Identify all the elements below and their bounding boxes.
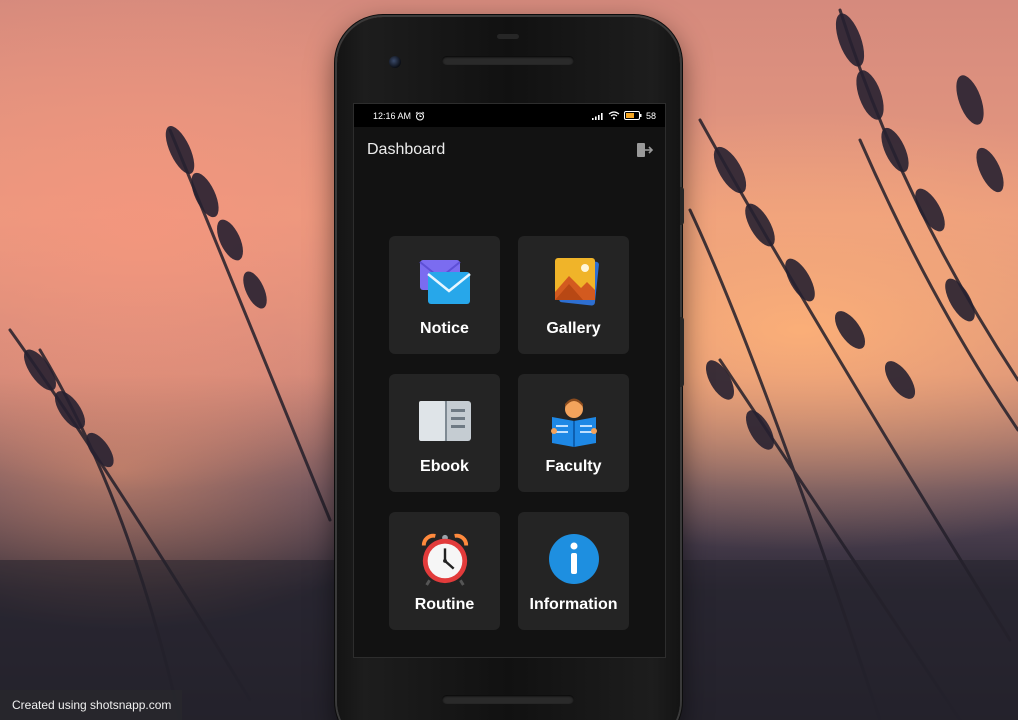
alarm-icon [415, 111, 425, 120]
status-time: 12:16 AM [373, 110, 412, 121]
tile-routine[interactable]: Routine [389, 512, 500, 630]
tile-label: Routine [414, 596, 475, 613]
info-icon [548, 534, 599, 584]
mail-icon [418, 260, 471, 304]
top-speaker [442, 56, 574, 65]
phone-frame: 12:16 AM 58 Dashboard Notice Gallery Ebo… [337, 17, 684, 720]
status-bar: 12:16 AM 58 [354, 104, 665, 127]
book-icon [418, 401, 471, 441]
battery-icon [623, 111, 642, 120]
signal-icon [591, 112, 603, 120]
tile-label: Information [529, 596, 618, 613]
reader-icon [550, 398, 597, 447]
dashboard-grid: Notice Gallery Ebook Faculty Routine Inf… [389, 236, 629, 630]
tile-label: Notice [420, 320, 469, 337]
front-camera [389, 56, 401, 68]
tile-information[interactable]: Information [518, 512, 629, 630]
watermark-credit: Created using shotsnapp.com [0, 690, 182, 720]
app-bar: Dashboard [354, 127, 665, 173]
tile-notice[interactable]: Notice [389, 236, 500, 354]
app-screen: 12:16 AM 58 Dashboard Notice Gallery Ebo… [353, 103, 666, 658]
tile-label: Ebook [420, 458, 469, 475]
page-title: Dashboard [367, 141, 446, 158]
logout-icon[interactable] [636, 142, 654, 158]
power-button [680, 317, 684, 387]
tile-ebook[interactable]: Ebook [389, 374, 500, 492]
background-scene: 12:16 AM 58 Dashboard Notice Gallery Ebo… [0, 0, 1018, 720]
volume-button [680, 187, 684, 225]
tile-faculty[interactable]: Faculty [518, 374, 629, 492]
earpiece-slit [497, 34, 519, 39]
battery-level: 58 [645, 110, 656, 121]
photos-icon [554, 258, 599, 306]
tile-label: Faculty [545, 458, 602, 475]
alarm-clock-icon [421, 533, 468, 586]
wifi-icon [608, 111, 620, 120]
tile-gallery[interactable]: Gallery [518, 236, 629, 354]
bottom-speaker [442, 695, 574, 704]
tile-label: Gallery [546, 320, 601, 337]
